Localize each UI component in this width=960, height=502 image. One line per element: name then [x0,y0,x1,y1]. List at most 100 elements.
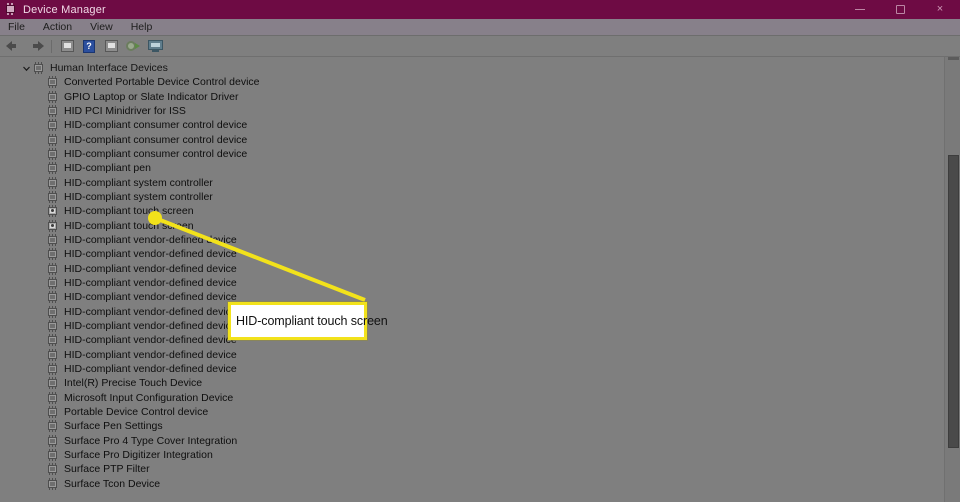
tree-item[interactable]: HID-compliant vendor-defined device [0,362,237,376]
hid-touch-icon [46,205,59,218]
scrollbar-thumb[interactable] [948,155,959,448]
tree-item[interactable]: GPIO Laptop or Slate Indicator Driver [0,90,239,104]
tree-item-label: Surface Pro Digitizer Integration [64,448,213,461]
window-title: Device Manager [23,3,106,16]
hid-chip-icon [46,391,59,404]
tree-item[interactable]: HID-compliant consumer control device [0,147,247,161]
device-tree[interactable]: Human Interface Devices Converted Portabl… [0,57,960,502]
chevron-down-icon[interactable] [20,61,32,75]
properties-icon[interactable] [56,37,78,56]
tree-item-label: Microsoft Input Configuration Device [64,391,234,404]
tree-item[interactable]: Surface Tcon Device [0,477,160,491]
tree-item-label: HID-compliant vendor-defined device [64,276,237,289]
tree-item[interactable]: Portable Device Control device [0,405,208,419]
tree-item-label: Surface Pen Settings [64,420,163,433]
menu-item-file[interactable]: File [0,19,34,35]
tree-item[interactable]: Surface Pen Settings [0,419,163,433]
tree-item-label: Converted Portable Device Control device [64,76,260,89]
tree-item-label: HID-compliant touch screen [64,219,194,232]
tree-item[interactable]: HID-compliant vendor-defined device [0,276,237,290]
close-button[interactable]: × [920,0,960,19]
tree-item[interactable]: HID-compliant vendor-defined device [0,333,237,347]
tree-item[interactable]: HID-compliant consumer control device [0,118,247,132]
tree-item[interactable]: HID-compliant consumer control device [0,133,247,147]
tree-item[interactable]: HID-compliant touch screen [0,219,194,233]
tree-item[interactable]: Microsoft Input Configuration Device [0,391,233,405]
tree-item-label: Surface PTP Filter [64,463,150,476]
tree-item-label: Surface Pro 4 Type Cover Integration [64,434,238,447]
hid-chip-icon [46,362,59,375]
tree-item-label: Human Interface Devices [50,62,168,74]
tree-item[interactable]: Converted Portable Device Control device [0,75,260,89]
tree-item[interactable]: Surface Pro 4 Type Cover Integration [0,434,237,448]
hid-chip-icon [46,276,59,289]
tree-item[interactable]: HID-compliant vendor-defined device [0,305,237,319]
hid-touch-icon [46,219,59,232]
hid-chip-icon [46,176,59,189]
maximize-button[interactable] [880,0,920,19]
tree-item[interactable]: HID-compliant vendor-defined device [0,348,237,362]
hid-chip-icon [46,305,59,318]
vertical-scrollbar[interactable] [944,57,960,502]
tree-item-label: HID-compliant vendor-defined device [64,362,237,375]
back-arrow-icon[interactable] [3,37,25,56]
tree-item[interactable]: HID PCI Minidriver for ISS [0,104,186,118]
tree-item-label: HID-compliant vendor-defined device [64,262,237,275]
menu-item-view[interactable]: View [81,19,122,35]
window-controls: × [840,0,960,19]
tree-item-label: Portable Device Control device [64,405,209,418]
tree-item-label: HID-compliant consumer control device [64,147,248,160]
hid-chip-icon [46,90,59,103]
hid-chip-icon [46,76,59,89]
menu-item-action[interactable]: Action [34,19,81,35]
hid-chip-icon [46,463,59,476]
tree-item-label: HID-compliant system controller [64,190,213,203]
update-driver-icon[interactable] [144,37,166,56]
scrollbar-track-top [948,57,959,60]
tree-item[interactable]: HID-compliant system controller [0,190,213,204]
hid-chip-icon [46,319,59,332]
tree-item-label: HID-compliant system controller [64,176,213,189]
tree-item[interactable]: HID-compliant vendor-defined device [0,247,237,261]
tree-item-label: GPIO Laptop or Slate Indicator Driver [64,90,239,103]
hid-chip-icon [46,262,59,275]
tree-item-label: HID-compliant touch screen [64,205,194,218]
tree-item[interactable]: Surface PTP Filter [0,462,150,476]
hid-chip-icon [46,233,59,246]
hid-chip-icon [46,291,59,304]
hid-chip-icon [46,448,59,461]
tree-item-label: HID-compliant vendor-defined device [64,334,237,347]
tree-item-label: HID-compliant vendor-defined device [64,319,237,332]
hid-chip-icon [46,377,59,390]
tree-item-label: HID-compliant vendor-defined device [64,348,237,361]
forward-arrow-icon[interactable] [25,37,47,56]
hid-chip-icon [46,133,59,146]
tree-item[interactable]: HID-compliant vendor-defined device [0,290,237,304]
help-icon[interactable]: ? [78,37,100,56]
menu-item-help[interactable]: Help [122,19,162,35]
tree-item-label: HID PCI Minidriver for ISS [64,104,186,117]
tree-item-label: Intel(R) Precise Touch Device [64,377,203,390]
tree-item-label: HID-compliant vendor-defined device [64,305,237,318]
tree-item[interactable]: HID-compliant system controller [0,176,213,190]
tree-root-human-interface-devices[interactable]: Human Interface Devices [0,61,168,75]
hid-chip-icon [46,248,59,261]
hid-chip-icon [32,62,45,74]
tree-item[interactable]: Intel(R) Precise Touch Device [0,376,202,390]
tree-item[interactable]: HID-compliant vendor-defined device [0,262,237,276]
device-manager-icon [4,3,18,16]
hid-chip-icon [46,434,59,447]
tree-item[interactable]: HID-compliant touch screen [0,204,194,218]
tree-item-label: HID-compliant vendor-defined device [64,248,237,261]
minimize-button[interactable] [840,0,880,19]
tree-item[interactable]: Surface Pro Digitizer Integration [0,448,213,462]
scan-for-hardware-changes-icon[interactable] [122,37,144,56]
toolbar: ? [0,36,960,57]
tree-item[interactable]: HID-compliant pen [0,161,151,175]
menu-bar: File Action View Help [0,19,960,36]
hid-chip-icon [46,190,59,203]
toolbar-separator [51,39,52,53]
tree-item[interactable]: HID-compliant vendor-defined device [0,233,237,247]
show-hidden-devices-icon[interactable] [100,37,122,56]
tree-item[interactable]: HID-compliant vendor-defined device [0,319,237,333]
